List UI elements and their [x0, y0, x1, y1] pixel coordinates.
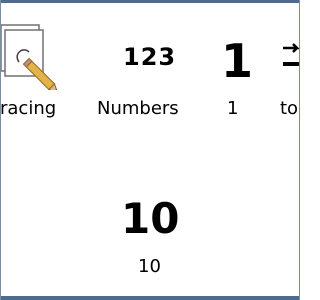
activity-grid-window: racing 123 Numbers 1 1 to 10 10: [0, 0, 300, 300]
tile-label-numbers: Numbers: [97, 98, 179, 119]
number-one-icon: 1: [221, 34, 254, 88]
tile-label-to: to: [280, 98, 299, 119]
tile-label-ten: 10: [138, 256, 161, 277]
arrow-icon: [283, 43, 299, 66]
numbers-icon: 123: [123, 43, 177, 71]
tile-label-one: 1: [227, 98, 239, 119]
bottom-border: [1, 296, 299, 300]
tracing-pencil-icon: [1, 24, 59, 90]
tile-label-tracing: racing: [0, 98, 57, 119]
top-border: [1, 0, 299, 3]
number-ten-icon: 10: [121, 194, 180, 243]
